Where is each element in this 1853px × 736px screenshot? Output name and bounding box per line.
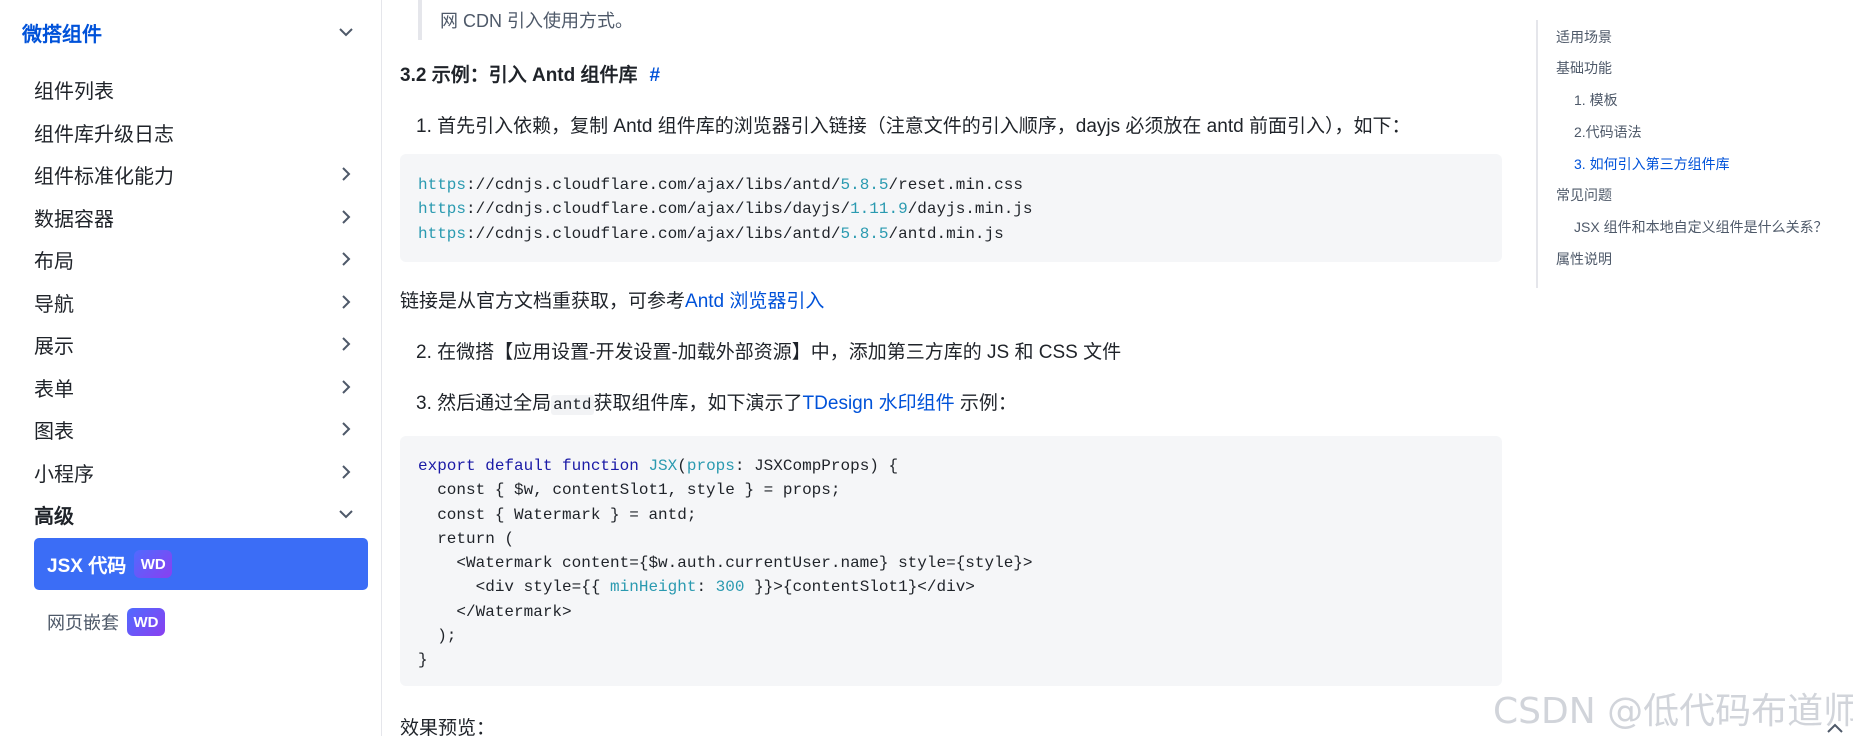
sidebar-item-upgrade-log[interactable]: 组件库升级日志 [34, 112, 368, 152]
sidebar-item-label: 导航 [34, 293, 74, 316]
wd-badge: WD [127, 608, 165, 636]
chevron-right-icon [336, 164, 356, 184]
sidebar-item-label: 表单 [34, 378, 74, 401]
page-root: 微搭组件 组件列表 组件库升级日志 组件标准化能力 数据容器 布局 导航 展示 … [0, 0, 1853, 736]
toc-item-basic-features[interactable]: 基础功能 [1556, 58, 1612, 78]
toc-item-props[interactable]: 属性说明 [1556, 249, 1612, 269]
sidebar-item-chart[interactable]: 图表 [34, 409, 368, 449]
toc-item-jsx-vs-custom[interactable]: JSX 组件和本地自定义组件是什么关系？ [1574, 217, 1828, 237]
wd-badge: WD [134, 550, 173, 578]
chevron-right-icon [336, 292, 356, 312]
sidebar-section-title: 高级 [34, 505, 74, 528]
sidebar-item-label: JSX 代码 [47, 555, 127, 577]
sidebar-item-display[interactable]: 展示 [34, 324, 368, 364]
code-line: const { $w, contentSlot1, style } = prop… [418, 481, 841, 500]
chevron-right-icon [336, 249, 356, 269]
sidebar-item-label: 组件标准化能力 [34, 165, 174, 188]
section-heading: 3.2 示例：引入 Antd 组件库 # [400, 60, 660, 87]
chevron-right-icon [336, 207, 356, 227]
code-line: https://cdnjs.cloudflare.com/ajax/libs/d… [418, 200, 1033, 219]
toc-item-use-cases[interactable]: 适用场景 [1556, 27, 1612, 47]
code-line: <Watermark content={$w.auth.currentUser.… [418, 554, 1033, 573]
sidebar-item-navigation[interactable]: 导航 [34, 282, 368, 322]
code-line: https://cdnjs.cloudflare.com/ajax/libs/a… [418, 176, 1023, 194]
code-line: } [418, 651, 428, 670]
code-line: https://cdnjs.cloudflare.com/ajax/libs/a… [418, 224, 1004, 243]
step-1-text: 1. 首先引入依赖，复制 Antd 组件库的浏览器引入链接（注意文件的引入顺序，… [416, 116, 1411, 137]
code-line: const { Watermark } = antd; [418, 505, 697, 524]
sidebar-item-label: 组件库升级日志 [34, 123, 174, 146]
source-text: 链接是从官方文档重获取，可参考 [400, 291, 686, 312]
step-3-text: 示例： [954, 393, 1017, 414]
quote-text: 网 CDN 引入使用方式。 [440, 11, 633, 31]
sidebar-section-components[interactable]: 微搭组件 [0, 12, 382, 52]
code-line: ); [418, 627, 457, 646]
code-block-jsx-example[interactable]: export default function JSX(props: JSXCo… [400, 436, 1502, 686]
sidebar: 微搭组件 组件列表 组件库升级日志 组件标准化能力 数据容器 布局 导航 展示 … [0, 0, 382, 736]
sidebar-item-label: 图表 [34, 420, 74, 443]
sidebar-item-component-list[interactable]: 组件列表 [34, 69, 368, 109]
chevron-right-icon [336, 334, 356, 354]
sidebar-item-form[interactable]: 表单 [34, 367, 368, 407]
preview-label: 效果预览： [400, 718, 496, 736]
watermark-text: CSDN @低代码布道师 [1493, 691, 1853, 732]
chevron-down-icon [336, 22, 356, 42]
toc-item-code-syntax[interactable]: 2.代码语法 [1574, 122, 1642, 142]
step-3-paragraph: 3. 然后通过全局 antd 获取组件库，如下演示了TDesign 水印组件 示例： [416, 388, 1017, 415]
chevron-up-icon[interactable] [1820, 716, 1850, 736]
chevron-right-icon [336, 377, 356, 397]
sidebar-item-label: 展示 [34, 335, 74, 358]
code-line: return ( [418, 529, 515, 548]
toc-item-template[interactable]: 1. 模板 [1574, 90, 1618, 110]
step-3-text: 3. 然后通过全局 [416, 393, 552, 414]
code-line: </Watermark> [418, 602, 572, 621]
step-2-text: 2. 在微搭【应用设置-开发设置-加载外部资源】中，添加第三方库的 JS 和 C… [416, 342, 1122, 363]
table-of-contents: 适用场景 基础功能 1. 模板 2.代码语法 3. 如何引入第三方组件库 常见问… [1536, 20, 1836, 288]
sidebar-item-label: 数据容器 [34, 208, 114, 231]
sidebar-section-advanced[interactable]: 高级 [0, 494, 382, 534]
toc-item-faq[interactable]: 常见问题 [1556, 185, 1612, 205]
chevron-down-icon [336, 504, 356, 524]
sidebar-item-label: 小程序 [34, 463, 94, 486]
sidebar-item-data-container[interactable]: 数据容器 [34, 197, 368, 237]
chevron-right-icon [336, 419, 356, 439]
sidebar-item-jsx-code[interactable]: JSX 代码 WD [34, 538, 368, 590]
code-line: export default function JSX(props: JSXCo… [418, 457, 899, 475]
section-heading-text: 3.2 示例：引入 Antd 组件库 [400, 65, 638, 86]
code-line: <div style={{ minHeight: 300 }}>{content… [418, 578, 975, 597]
sidebar-item-label: 组件列表 [34, 80, 114, 103]
tdesign-watermark-link[interactable]: TDesign 水印组件 [803, 393, 955, 414]
inline-code-antd: antd [551, 395, 594, 415]
step-3-text: 获取组件库，如下演示了 [593, 393, 803, 414]
sidebar-item-label: 网页嵌套 [47, 613, 119, 633]
source-paragraph: 链接是从官方文档重获取，可参考Antd 浏览器引入 [400, 286, 824, 313]
antd-browser-link[interactable]: Antd 浏览器引入 [685, 291, 824, 312]
code-block-cdn-links[interactable]: https://cdnjs.cloudflare.com/ajax/libs/a… [400, 154, 1502, 262]
sidebar-section-title: 微搭组件 [22, 23, 102, 46]
quote-block: 网 CDN 引入使用方式。 [418, 0, 1508, 40]
chevron-right-icon [336, 462, 356, 482]
sidebar-item-label: 布局 [34, 250, 74, 273]
sidebar-item-layout[interactable]: 布局 [34, 239, 368, 279]
sidebar-item-iframe-embed[interactable]: 网页嵌套 WD [47, 605, 165, 639]
sidebar-item-standardization[interactable]: 组件标准化能力 [34, 154, 368, 194]
heading-anchor-link[interactable]: # [650, 65, 661, 86]
sidebar-item-miniprogram[interactable]: 小程序 [34, 452, 368, 492]
toc-item-third-party-libs[interactable]: 3. 如何引入第三方组件库 [1574, 154, 1730, 174]
